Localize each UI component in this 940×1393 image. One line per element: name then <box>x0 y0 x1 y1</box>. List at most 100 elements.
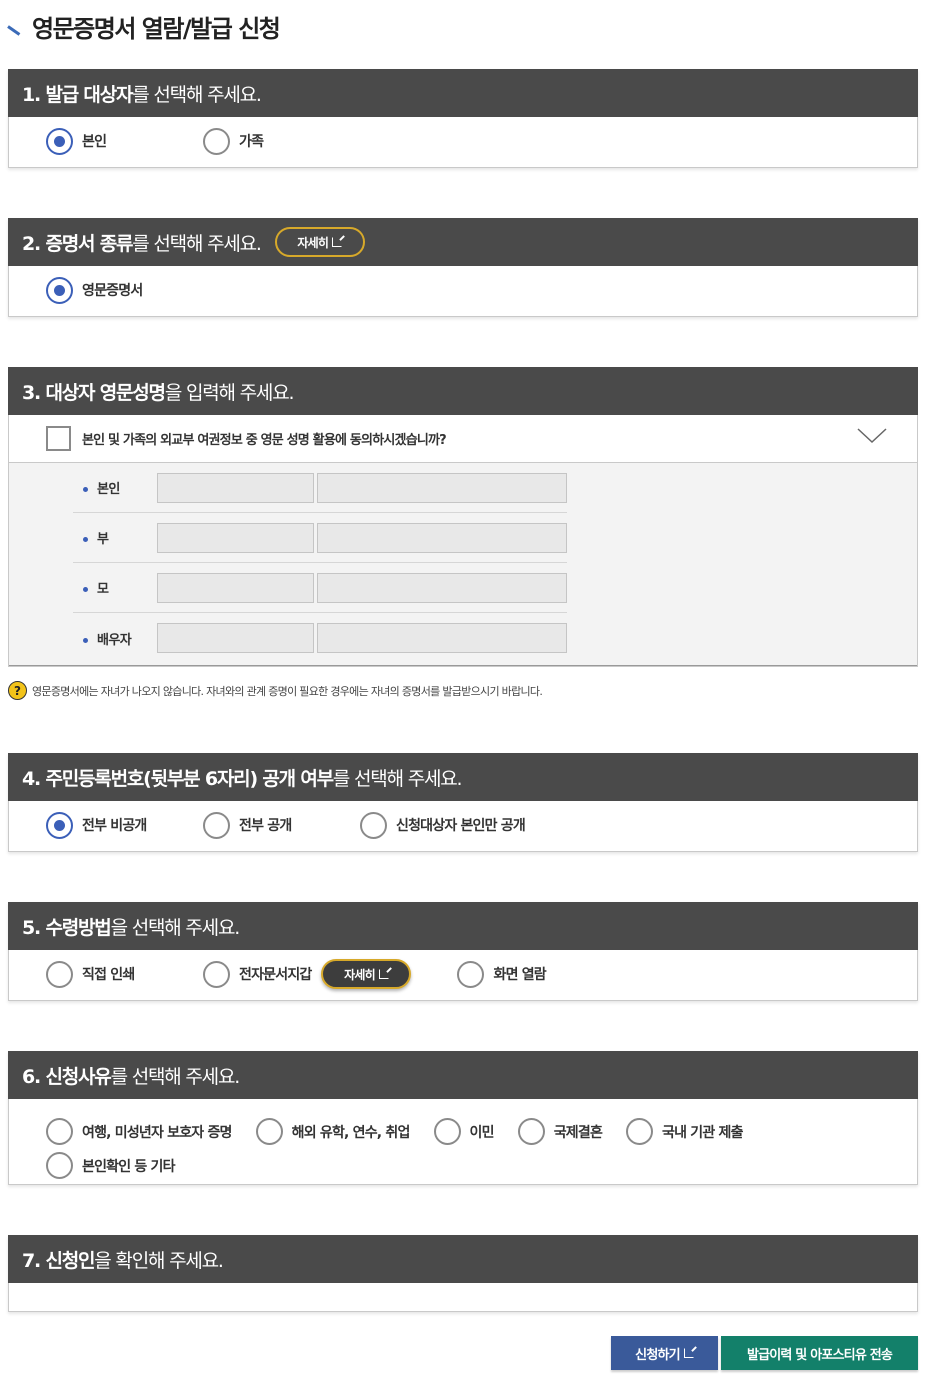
option-identity-etc[interactable]: 본인확인 등 기타 <box>46 1152 176 1179</box>
bullet-icon <box>83 487 88 492</box>
option-label: 화면 열람 <box>493 967 546 983</box>
section-english-name: 3. 대상자 영문성명 을 입력해 주세요. 본인 및 가족의 외교부 여권정보 … <box>8 367 918 667</box>
given-name-input[interactable] <box>317 522 567 553</box>
option-study-abroad[interactable]: 해외 유학, 연수, 취업 <box>255 1118 411 1145</box>
surname-input[interactable] <box>157 522 314 553</box>
radio-english-cert[interactable] <box>46 276 73 304</box>
radio-self-only-public[interactable] <box>360 811 387 839</box>
notice-text: 영문증명서에는 자녀가 나오지 않습니다. 자녀와의 관계 증명이 필요한 경우… <box>32 684 543 698</box>
option-label: 국내 기관 제출 <box>662 1124 743 1141</box>
name-row-self: 본인 <box>73 463 567 513</box>
option-label: 영문증명서 <box>82 283 143 299</box>
given-name-input[interactable] <box>317 572 567 603</box>
external-link-icon <box>683 1348 694 1358</box>
given-name-input[interactable] <box>317 472 567 503</box>
send-apostille-button[interactable]: 발급이력 및 아포스티유 전송 <box>721 1336 918 1370</box>
option-label: 전자문서지갑 <box>239 967 312 983</box>
name-row-mother: 모 <box>73 563 567 613</box>
option-label: 직접 인쇄 <box>82 967 135 983</box>
cert-type-detail-button[interactable]: 자세히 <box>274 227 365 257</box>
section-header: 4. 주민등록번호(뒷부분 6자리) 공개 여부 를 선택해 주세요. <box>8 753 918 801</box>
radio-identity-etc[interactable] <box>46 1152 73 1179</box>
option-row: 본인확인 등 기타 <box>9 1145 917 1179</box>
option-all-public[interactable]: 전부 공개 <box>203 811 360 839</box>
radio-screen-view[interactable] <box>457 960 485 988</box>
surname-input[interactable] <box>157 472 314 503</box>
page-title-bar: 영문증명서 열람/발급 신청 <box>8 8 281 44</box>
section-rrn-disclosure: 4. 주민등록번호(뒷부분 6자리) 공개 여부 를 선택해 주세요. 전부 비공… <box>8 753 918 852</box>
bullet-icon <box>83 637 88 643</box>
section-header: 7. 신청인 을 확인해 주세요. <box>8 1235 918 1283</box>
radio-all-public[interactable] <box>203 811 230 839</box>
option-domestic-submit[interactable]: 국내 기관 제출 <box>626 1118 743 1145</box>
page-title: 영문증명서 열람/발급 신청 <box>32 14 281 43</box>
section-title-bold: 4. 주민등록번호(뒷부분 6자리) 공개 여부 <box>22 767 334 790</box>
section-header: 1. 발급 대상자 를 선택해 주세요. <box>8 69 918 117</box>
radio-intl-marriage[interactable] <box>517 1118 545 1145</box>
radio-immigration[interactable] <box>433 1118 461 1145</box>
section-header: 6. 신청사유 를 선택해 주세요. <box>8 1051 918 1099</box>
radio-direct-print[interactable] <box>46 960 73 988</box>
option-label: 가족 <box>239 134 264 150</box>
option-all-private[interactable]: 전부 비공개 <box>46 811 203 839</box>
option-label: 신청대상자 본인만 공개 <box>396 818 526 834</box>
radio-family[interactable] <box>203 127 230 155</box>
option-immigration[interactable]: 이민 <box>433 1118 495 1145</box>
section-title-rest: 을 입력해 주세요. <box>164 381 295 404</box>
section-title-bold: 7. 신청인 <box>22 1249 96 1272</box>
section-title-rest: 를 선택해 주세요. <box>110 1065 241 1088</box>
option-e-wallet[interactable]: 전자문서지갑 <box>203 960 312 988</box>
name-row-label: 부 <box>97 532 109 547</box>
e-wallet-detail-button[interactable]: 자세히 <box>321 959 412 989</box>
option-screen-view[interactable]: 화면 열람 <box>457 960 547 988</box>
section-header: 2. 증명서 종류 를 선택해 주세요. 자세히 <box>8 218 918 266</box>
consent-text: 본인 및 가족의 외교부 여권정보 중 영문 성명 활용에 동의하시겠습니까? <box>82 433 447 448</box>
section-cert-type: 2. 증명서 종류 를 선택해 주세요. 자세히 영문증명서 <box>8 218 918 317</box>
section-header: 5. 수령방법 을 선택해 주세요. <box>8 902 918 950</box>
option-row: 전부 비공개 전부 공개 신청대상자 본인만 공개 <box>9 801 917 849</box>
radio-self[interactable] <box>46 127 73 155</box>
surname-input[interactable] <box>157 572 314 603</box>
section-reason: 6. 신청사유 를 선택해 주세요. 여행, 미성년자 보호자 증명 해외 유학,… <box>8 1051 918 1185</box>
option-family[interactable]: 가족 <box>203 127 264 155</box>
external-link-icon <box>332 237 343 247</box>
section-title-bold: 6. 신청사유 <box>22 1065 112 1088</box>
radio-study-abroad[interactable] <box>255 1118 283 1145</box>
given-name-input[interactable] <box>317 623 567 653</box>
option-row: 여행, 미성년자 보호자 증명 해외 유학, 연수, 취업 이민 국제결혼 국내… <box>9 1099 917 1145</box>
section-applicant: 7. 신청인 을 확인해 주세요. <box>8 1235 918 1312</box>
bullet-icon <box>83 587 88 592</box>
radio-all-private[interactable] <box>46 811 73 839</box>
option-label: 해외 유학, 연수, 취업 <box>291 1124 411 1141</box>
consent-row[interactable]: 본인 및 가족의 외교부 여권정보 중 영문 성명 활용에 동의하시겠습니까? <box>9 415 917 463</box>
option-label: 본인확인 등 기타 <box>82 1158 176 1175</box>
surname-input[interactable] <box>157 623 314 653</box>
option-travel[interactable]: 여행, 미성년자 보호자 증명 <box>46 1118 232 1145</box>
option-row: 직접 인쇄 전자문서지갑 자세히 화면 열람 <box>9 950 917 998</box>
question-icon: ? <box>8 681 27 700</box>
option-row: 본인 가족 <box>9 117 917 165</box>
option-self-only-public[interactable]: 신청대상자 본인만 공개 <box>360 811 526 839</box>
option-english-cert[interactable]: 영문증명서 <box>46 276 143 304</box>
apply-button[interactable]: 신청하기 <box>611 1336 718 1370</box>
option-label: 전부 공개 <box>239 818 292 834</box>
chevron-down-icon[interactable] <box>857 427 887 445</box>
option-label: 이민 <box>469 1124 495 1141</box>
send-apostille-button-label: 발급이력 및 아포스티유 전송 <box>746 1347 893 1363</box>
section-title-rest: 를 선택해 주세요. <box>132 83 262 106</box>
apply-button-label: 신청하기 <box>635 1347 680 1363</box>
radio-domestic-submit[interactable] <box>626 1118 654 1145</box>
option-self[interactable]: 본인 <box>46 127 203 155</box>
option-row: 영문증명서 <box>9 266 917 314</box>
detail-button-label: 자세히 <box>344 967 376 982</box>
option-intl-marriage[interactable]: 국제결혼 <box>517 1118 603 1145</box>
name-row-label: 모 <box>97 582 109 597</box>
option-label: 전부 비공개 <box>82 818 147 834</box>
name-input-area: 본인 부 모 배우자 <box>9 463 917 666</box>
section-title-rest: 을 선택해 주세요. <box>110 916 241 939</box>
consent-checkbox[interactable] <box>46 426 71 451</box>
radio-e-wallet[interactable] <box>203 960 230 988</box>
radio-travel[interactable] <box>46 1118 73 1145</box>
section-receive-method: 5. 수령방법 을 선택해 주세요. 직접 인쇄 전자문서지갑 자세히 화면 열람 <box>8 902 918 1001</box>
option-direct-print[interactable]: 직접 인쇄 <box>46 960 203 988</box>
